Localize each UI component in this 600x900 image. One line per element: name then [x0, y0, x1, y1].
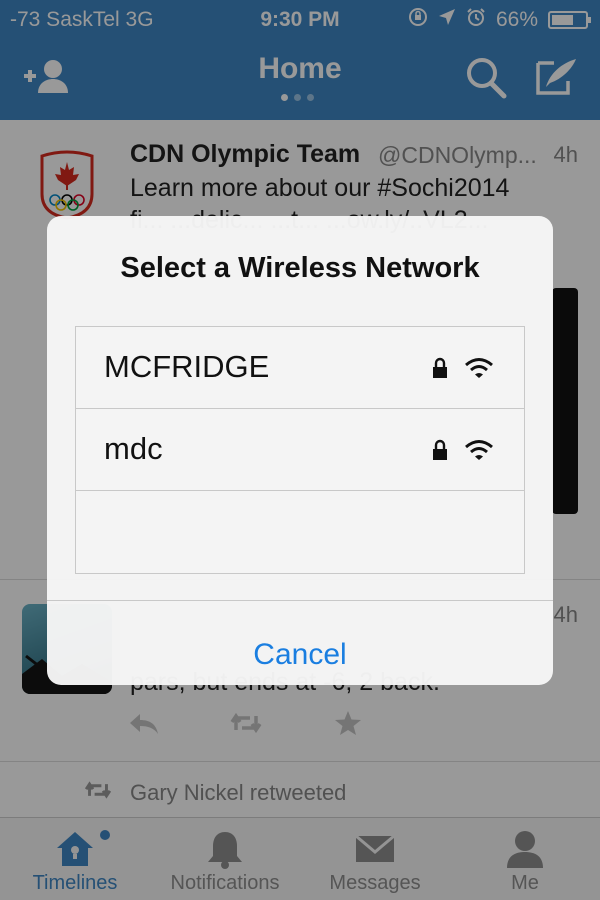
network-name: MCFRIDGE [104, 349, 270, 384]
lock-icon [433, 439, 447, 460]
network-row-mcfridge[interactable]: MCFRIDGE [76, 327, 524, 409]
wifi-signal-icon [465, 358, 493, 378]
network-list: MCFRIDGE mdc [75, 326, 525, 574]
wireless-network-alert: Select a Wireless Network MCFRIDGE mdc C… [47, 216, 553, 685]
lock-icon [433, 357, 447, 378]
wifi-signal-icon [465, 440, 493, 460]
alert-title: Select a Wireless Network [120, 252, 480, 284]
network-row-empty [76, 491, 524, 573]
network-name: mdc [104, 431, 163, 466]
network-row-mdc[interactable]: mdc [76, 409, 524, 491]
cancel-button[interactable]: Cancel [47, 601, 553, 685]
